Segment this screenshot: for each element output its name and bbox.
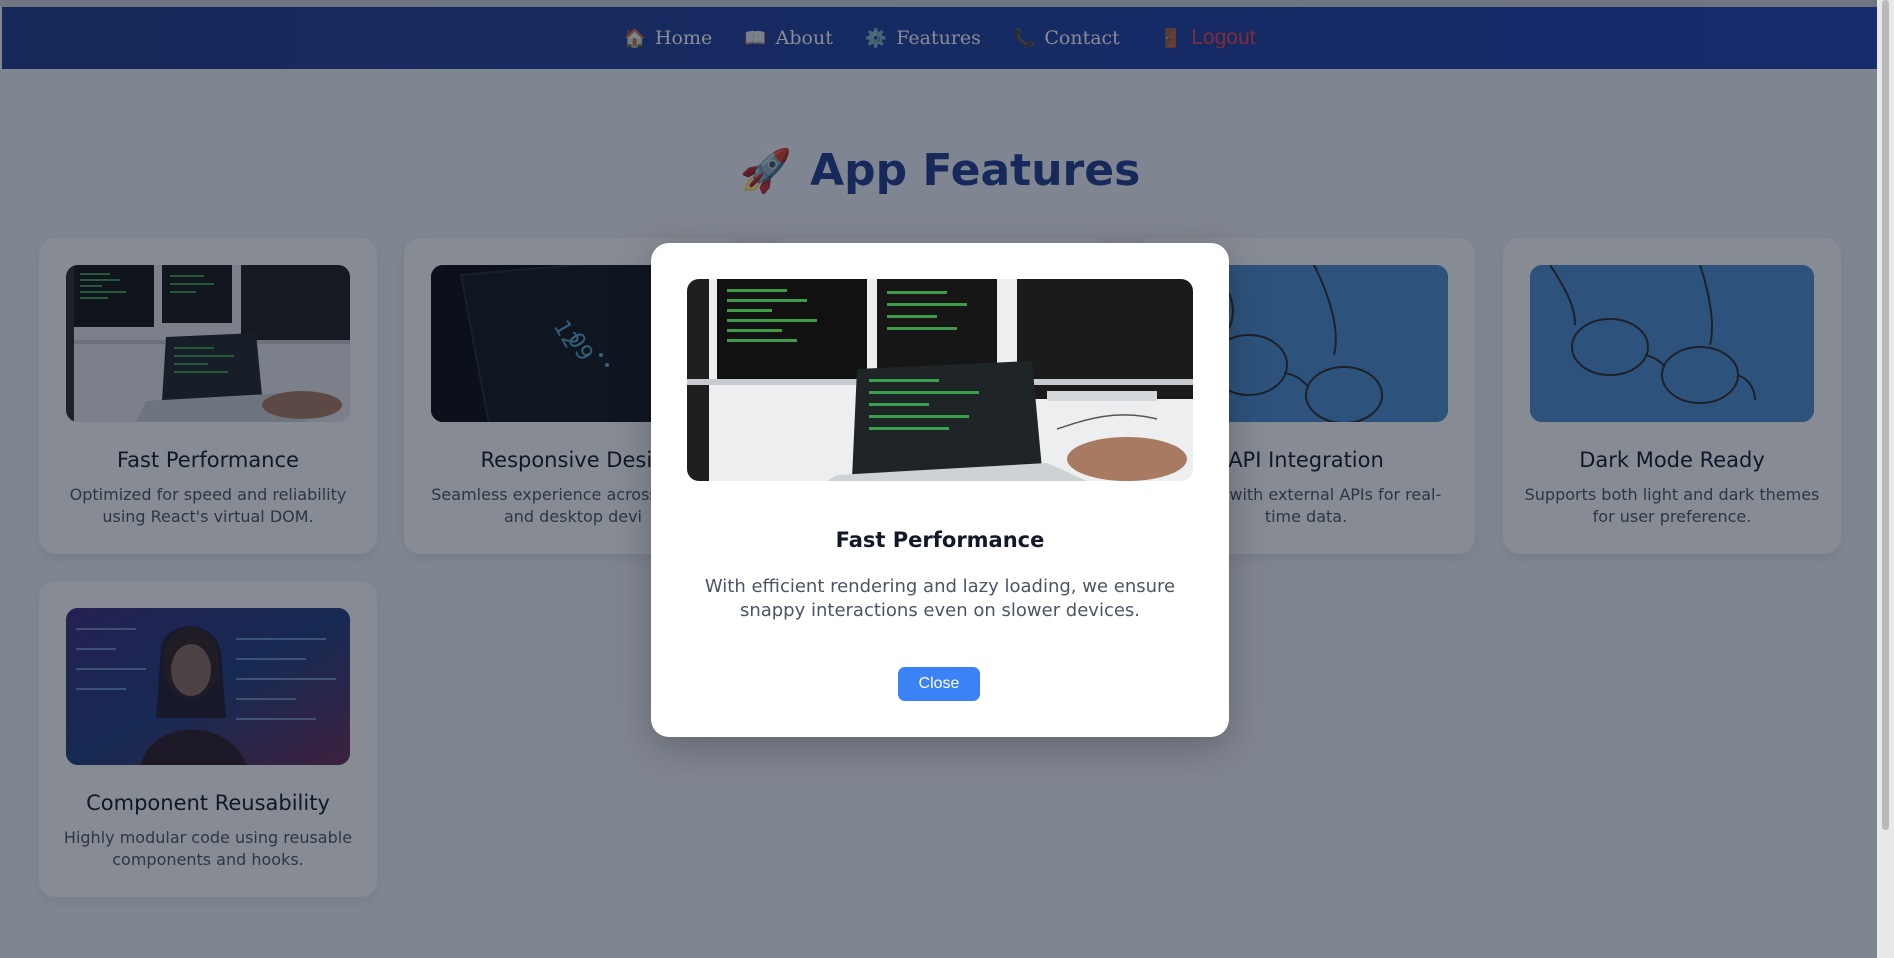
modal-image bbox=[687, 279, 1193, 481]
modal-description: With efficient rendering and lazy loadin… bbox=[704, 576, 1176, 621]
scrollbar-thumb[interactable] bbox=[1882, 0, 1889, 830]
close-button[interactable]: Close bbox=[898, 667, 980, 701]
feature-modal: Fast Performance With efficient renderin… bbox=[651, 243, 1229, 737]
page-scrollbar[interactable] bbox=[1877, 0, 1894, 958]
modal-title: Fast Performance bbox=[835, 528, 1045, 552]
